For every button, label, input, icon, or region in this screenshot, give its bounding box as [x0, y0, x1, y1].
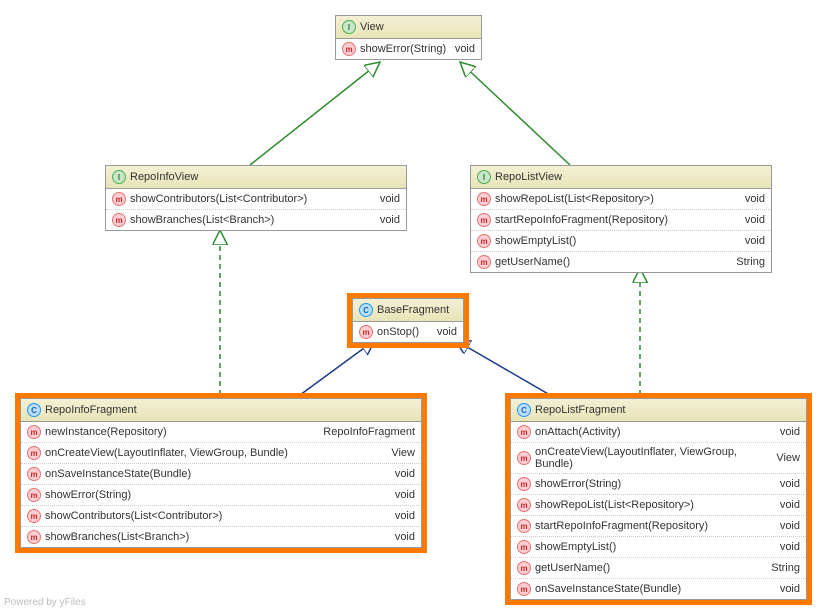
class-icon: C — [359, 303, 373, 317]
class-name: View — [360, 21, 384, 33]
method-icon: m — [517, 519, 531, 533]
method-icon: m — [27, 488, 41, 502]
class-repoinfoview[interactable]: IRepoInfoView mshowContributors(List<Con… — [105, 165, 407, 231]
method-icon: m — [517, 451, 531, 465]
method-icon: m — [27, 509, 41, 523]
interface-icon: I — [477, 170, 491, 184]
method-icon: m — [517, 561, 531, 575]
method-icon: m — [517, 498, 531, 512]
class-name: RepoListFragment — [535, 404, 626, 416]
method-icon: m — [112, 192, 126, 206]
method-icon: m — [27, 467, 41, 481]
method-icon: m — [477, 192, 491, 206]
class-view[interactable]: IView mshowError(String)void — [335, 15, 482, 60]
method-icon: m — [477, 255, 491, 269]
class-name: BaseFragment — [377, 304, 449, 316]
method-icon: m — [517, 582, 531, 596]
class-basefragment[interactable]: CBaseFragment monStop()void — [352, 298, 464, 343]
method-icon: m — [359, 325, 373, 339]
class-name: RepoInfoFragment — [45, 404, 137, 416]
interface-icon: I — [342, 20, 356, 34]
method-icon: m — [27, 425, 41, 439]
class-repolistview[interactable]: IRepoListView mshowRepoList(List<Reposit… — [470, 165, 772, 273]
class-name: RepoInfoView — [130, 171, 198, 183]
method-icon: m — [27, 530, 41, 544]
method-icon: m — [477, 213, 491, 227]
method-icon: m — [27, 446, 41, 460]
class-icon: C — [517, 403, 531, 417]
method-icon: m — [112, 213, 126, 227]
class-icon: C — [27, 403, 41, 417]
class-name: RepoListView — [495, 171, 562, 183]
method-icon: m — [517, 425, 531, 439]
method-icon: m — [517, 477, 531, 491]
footer-text: Powered by yFiles — [4, 597, 86, 608]
class-repolistfragment[interactable]: CRepoListFragment monAttach(Activity)voi… — [510, 398, 807, 600]
method-icon: m — [517, 540, 531, 554]
method-icon: m — [342, 42, 356, 56]
interface-icon: I — [112, 170, 126, 184]
method-icon: m — [477, 234, 491, 248]
class-repoinfofragment[interactable]: CRepoInfoFragment mnewInstance(Repositor… — [20, 398, 422, 548]
